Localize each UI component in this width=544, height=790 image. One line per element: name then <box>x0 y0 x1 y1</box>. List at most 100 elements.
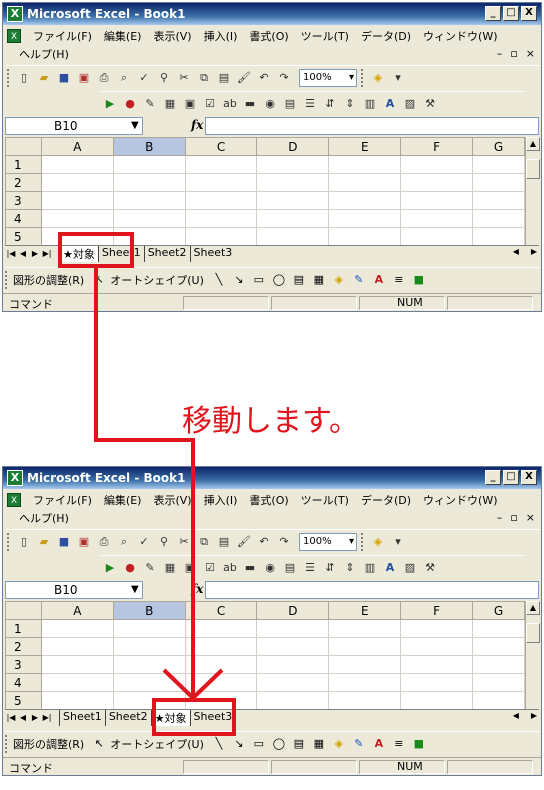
checkbox-icon[interactable]: ☑ <box>201 95 219 113</box>
menu-data[interactable]: データ(D) <box>355 492 417 508</box>
menu-file[interactable]: ファイル(F) <box>27 492 98 508</box>
chevron-down-icon[interactable]: ▼ <box>131 584 139 595</box>
formula-input[interactable] <box>205 581 539 599</box>
print-preview-icon[interactable]: ⌕ <box>115 69 133 87</box>
last-sheet-icon[interactable]: ▶| <box>41 713 53 722</box>
font-color-icon[interactable]: A <box>370 735 388 753</box>
label-icon[interactable]: A <box>381 559 399 577</box>
sheet-tab-sheet3[interactable]: Sheet3 <box>189 245 236 262</box>
spelling-icon[interactable]: ✓ <box>135 533 153 551</box>
toolbar-grip[interactable] <box>7 68 11 87</box>
undo-icon[interactable]: ↶ <box>255 69 273 87</box>
sheet-tab-sheet2[interactable]: Sheet2 <box>104 709 151 726</box>
permission-icon[interactable]: ▣ <box>75 69 93 87</box>
row-header[interactable]: 3 <box>5 191 42 210</box>
command-button-icon[interactable]: ▬ <box>241 559 259 577</box>
textbox-icon[interactable]: ab <box>221 559 239 577</box>
scroll-thumb[interactable] <box>526 623 540 643</box>
zoom-select[interactable]: 100% <box>299 532 357 551</box>
menu-window[interactable]: ウィンドウ(W) <box>417 492 503 508</box>
scroll-right-icon[interactable]: ▶ <box>531 711 537 725</box>
fill-color-icon[interactable]: ◈ <box>369 69 387 87</box>
scrollbar-icon[interactable]: ▥ <box>361 559 379 577</box>
copy-icon[interactable]: ⧉ <box>195 69 213 87</box>
menu-tools[interactable]: ツール(T) <box>295 28 355 44</box>
zoom-select[interactable]: 100% <box>299 68 357 87</box>
menu-file[interactable]: ファイル(F) <box>27 28 98 44</box>
menu-help[interactable]: ヘルプ(H) <box>7 510 75 526</box>
vertical-scrollbar[interactable]: ▲ <box>525 601 540 709</box>
toggle-icon[interactable]: ⇵ <box>321 95 339 113</box>
more-controls-icon[interactable]: ⚒ <box>421 559 439 577</box>
row-header[interactable]: 1 <box>5 155 42 174</box>
research-icon[interactable]: ⚲ <box>155 69 173 87</box>
toolbar-grip[interactable] <box>5 270 9 289</box>
listbox-icon[interactable]: ▤ <box>281 95 299 113</box>
more-controls-icon[interactable]: ⚒ <box>421 95 439 113</box>
menu-view[interactable]: 表示(V) <box>147 28 197 44</box>
select-objects-icon[interactable]: ↖ <box>90 735 108 753</box>
row-header[interactable]: 4 <box>5 673 42 692</box>
column-header[interactable]: E <box>328 137 402 156</box>
menu-edit[interactable]: 編集(E) <box>98 28 148 44</box>
rectangle-icon[interactable]: ▭ <box>250 271 268 289</box>
column-header[interactable]: D <box>256 601 330 620</box>
toggle-icon[interactable]: ⇵ <box>321 559 339 577</box>
line-icon[interactable]: ╲ <box>210 271 228 289</box>
column-header[interactable]: D <box>256 137 330 156</box>
design-mode-icon[interactable]: ✎ <box>141 559 159 577</box>
column-header[interactable]: A <box>40 137 114 156</box>
next-sheet-icon[interactable]: ▶ <box>29 713 41 722</box>
menu-help[interactable]: ヘルプ(H) <box>7 46 75 62</box>
doc-minimize-icon[interactable]: – <box>497 47 503 60</box>
properties-icon[interactable]: ▦ <box>161 559 179 577</box>
function-icon[interactable]: fx <box>191 118 203 132</box>
select-objects-icon[interactable]: ↖ <box>90 271 108 289</box>
oval-icon[interactable]: ◯ <box>270 735 288 753</box>
open-icon[interactable]: ▰ <box>35 533 53 551</box>
first-sheet-icon[interactable]: |◀ <box>5 713 17 722</box>
menu-data[interactable]: データ(D) <box>355 28 417 44</box>
menu-view[interactable]: 表示(V) <box>147 492 197 508</box>
column-header[interactable]: E <box>328 601 402 620</box>
scroll-left-icon[interactable]: ◀ <box>513 247 519 261</box>
line-style-icon[interactable]: ≡ <box>390 735 408 753</box>
workbook-icon[interactable]: X <box>7 493 21 507</box>
view-code-icon[interactable]: ▣ <box>181 95 199 113</box>
minimize-button[interactable]: _ <box>485 6 501 21</box>
first-sheet-icon[interactable]: |◀ <box>5 249 17 258</box>
column-header[interactable]: F <box>400 601 474 620</box>
name-box[interactable]: B10 <box>5 581 143 599</box>
menu-format[interactable]: 書式(O) <box>243 28 294 44</box>
line-color-icon[interactable]: ✎ <box>350 271 368 289</box>
column-header[interactable]: C <box>184 601 258 620</box>
line-color-icon[interactable]: ✎ <box>350 735 368 753</box>
select-all-corner[interactable] <box>5 137 42 156</box>
scroll-right-icon[interactable]: ▶ <box>531 247 537 261</box>
scroll-up-icon[interactable]: ▲ <box>526 137 540 151</box>
row-header[interactable]: 1 <box>5 619 42 638</box>
oval-icon[interactable]: ◯ <box>270 271 288 289</box>
function-icon[interactable]: fx <box>191 582 203 596</box>
arrow-icon[interactable]: ↘ <box>230 271 248 289</box>
checkbox-icon[interactable]: ☑ <box>201 559 219 577</box>
cut-icon[interactable]: ✂ <box>175 69 193 87</box>
adjust-shapes-menu[interactable]: 図形の調整(R) <box>13 736 84 752</box>
toolbar-options-icon[interactable]: ▾ <box>389 69 407 87</box>
adjust-shapes-menu[interactable]: 図形の調整(R) <box>13 272 84 288</box>
chevron-down-icon[interactable]: ▼ <box>131 120 139 131</box>
design-mode-icon[interactable]: ✎ <box>141 95 159 113</box>
run-icon[interactable]: ▶ <box>101 559 119 577</box>
maximize-button[interactable]: □ <box>503 6 519 21</box>
print-icon[interactable]: ⎙ <box>95 533 113 551</box>
menu-window[interactable]: ウィンドウ(W) <box>417 28 503 44</box>
format-painter-icon[interactable]: 🖌 <box>235 69 253 87</box>
shadow-icon[interactable]: ■ <box>410 735 428 753</box>
new-icon[interactable]: ▯ <box>15 533 33 551</box>
spelling-icon[interactable]: ✓ <box>135 69 153 87</box>
toolbar-grip[interactable] <box>361 68 365 87</box>
menu-tools[interactable]: ツール(T) <box>295 492 355 508</box>
paste-icon[interactable]: ▤ <box>215 533 233 551</box>
column-header[interactable]: B <box>112 601 186 620</box>
spreadsheet-grid[interactable]: A B C D E F G 1 2 3 4 5 <box>5 137 525 245</box>
